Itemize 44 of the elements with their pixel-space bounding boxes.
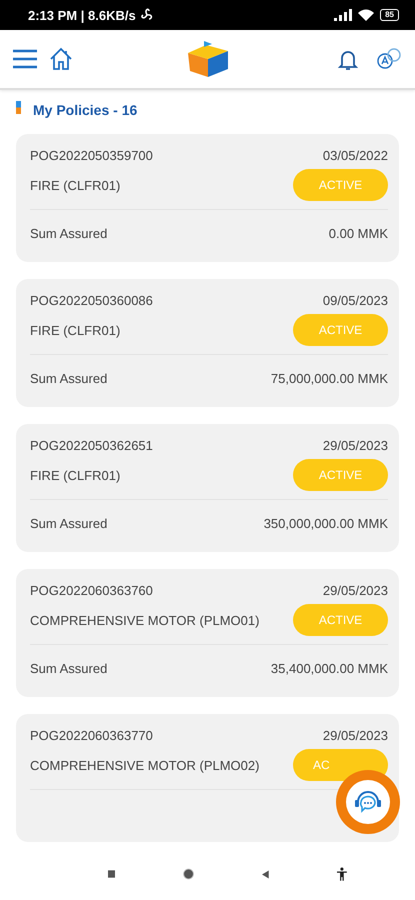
recents-icon[interactable] [108, 868, 116, 880]
policy-number: POG2022050362651 [30, 438, 153, 453]
policy-card[interactable]: POG2022060363770 29/05/2023 COMPREHENSIVE MOTOR (PLMO02) AC [16, 714, 399, 842]
policy-date: 09/05/2023 [322, 293, 388, 308]
sum-label: Sum Assured [30, 661, 108, 676]
policy-date: 29/05/2023 [322, 728, 388, 743]
product-name: COMPREHENSIVE MOTOR (PLMO01) [30, 612, 260, 628]
home-icon[interactable] [48, 46, 74, 72]
sum-value: 75,000,000.00 MMK [270, 371, 388, 386]
status-badge: ACTIVE [293, 169, 388, 201]
title-marker [16, 100, 21, 114]
sum-value: 35,400,000.00 MMK [270, 661, 388, 676]
wifi-icon [358, 9, 374, 21]
back-icon[interactable] [262, 868, 270, 880]
status-time: 2:13 PM | 8.6KB/s [28, 8, 136, 22]
policy-card[interactable]: POG2022050362651 29/05/2023 FIRE (CLFR01) ACTIVE Sum Assured 350,000,000.00 MMK [16, 424, 399, 552]
status-badge: ACTIVE [293, 604, 388, 636]
sum-value: 0.00 MMK [328, 226, 388, 241]
policy-number: POG2022060363760 [30, 583, 153, 598]
product-name: FIRE (CLFR01) [30, 468, 120, 482]
sum-label: Sum Assured [30, 516, 108, 531]
sum-value: 350,000,000.00 MMK [264, 516, 388, 531]
policy-date: 29/05/2023 [322, 438, 388, 453]
product-name: COMPREHENSIVE MOTOR (PLMO02) [30, 758, 260, 772]
fan-icon [140, 8, 154, 22]
logo-icon [186, 39, 230, 79]
signal-icon [334, 9, 352, 21]
sum-label: Sum Assured [30, 371, 108, 386]
status-badge: ACTIVE [293, 314, 388, 346]
policy-number: POG2022050359700 [30, 148, 153, 163]
sum-label: Sum Assured [30, 226, 108, 241]
policy-number: POG2022050360086 [30, 293, 153, 308]
product-name: FIRE (CLFR01) [30, 178, 120, 192]
policy-card[interactable]: POG2022050360086 09/05/2023 FIRE (CLFR01) ACTIVE Sum Assured 75,000,000.00 MMK [16, 279, 399, 407]
policy-card[interactable]: POG2022060363760 29/05/2023 COMPREHENSIVE MOTOR (PLMO01) ACTIVE Sum Assured 35,400,000.00 MMK [16, 569, 399, 697]
product-name: FIRE (CLFR01) [30, 322, 120, 338]
status-badge: ACTIVE [293, 459, 388, 491]
policy-card[interactable]: POG2022050359700 03/05/2022 FIRE (CLFR01) ACTIVE Sum Assured 0.00 MMK [16, 134, 399, 262]
menu-icon[interactable] [12, 49, 38, 69]
page-title: My Policies - 16 [33, 102, 138, 118]
policy-date: 03/05/2022 [322, 148, 388, 163]
battery-icon: 85 [380, 9, 399, 21]
policy-number: POG2022060363770 [30, 728, 153, 743]
policy-date: 29/05/2023 [322, 583, 388, 598]
